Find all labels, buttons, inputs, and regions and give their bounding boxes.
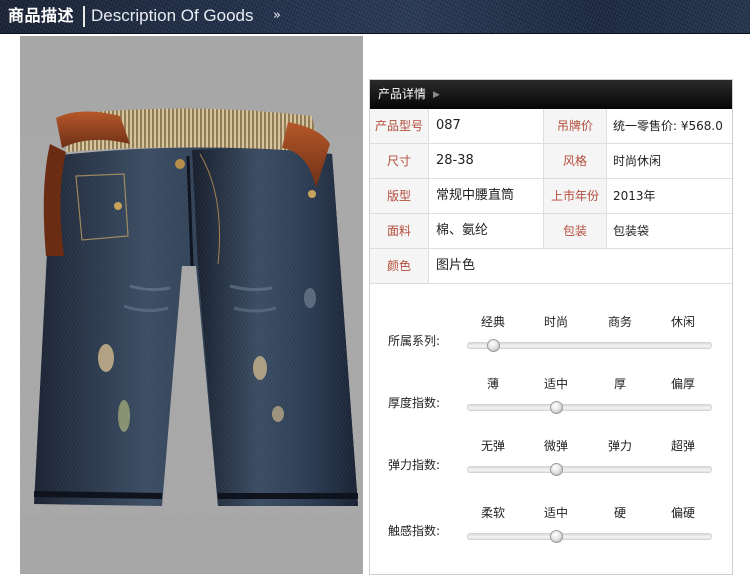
attribute-option: 微弹	[543, 439, 568, 453]
attribute-slider-track	[467, 404, 712, 411]
attribute-option: 弹力	[607, 439, 632, 453]
product-photo	[20, 36, 363, 574]
double-chevron-down-icon: »	[273, 8, 281, 23]
detail-label: 版型	[370, 179, 429, 213]
detail-value: 28-38	[436, 153, 474, 168]
attribute-label: 厚度指数:	[388, 396, 441, 410]
attribute-slider-track	[467, 466, 712, 473]
detail-value: 图片色	[436, 258, 476, 273]
attribute-option: 柔软	[480, 506, 505, 520]
detail-label: 风格	[543, 144, 607, 178]
detail-label: 尺寸	[370, 144, 429, 178]
attribute-option: 适中	[543, 506, 568, 520]
attribute-slider-thumb	[487, 339, 500, 352]
attribute-slider-track	[467, 342, 712, 349]
detail-row-fabric: 面料 棉、氨纶 包装 包装袋	[370, 214, 732, 249]
detail-row-fit: 版型 常规中腰直筒 上市年份 2013年	[370, 179, 732, 214]
detail-label: 颜色	[370, 249, 429, 283]
attribute-slider-thumb	[550, 401, 563, 414]
detail-label: 上市年份	[543, 179, 607, 213]
detail-value: 棉、氨纶	[436, 223, 489, 238]
attribute-option: 经典	[480, 315, 505, 329]
attribute-option: 休闲	[670, 315, 695, 329]
attribute-option: 偏厚	[670, 377, 695, 391]
detail-value: 2013年	[613, 189, 656, 203]
attribute-label: 弹力指数:	[388, 458, 441, 472]
title-divider	[83, 6, 85, 27]
section-subtitle: Description Of Goods	[91, 6, 254, 25]
detail-label: 包装	[543, 214, 607, 248]
detail-row-size: 尺寸 28-38 风格 时尚休闲	[370, 144, 732, 179]
attribute-option: 时尚	[543, 315, 568, 329]
attribute-option: 商务	[607, 315, 632, 329]
denim-shorts-illustration	[20, 108, 363, 516]
attribute-option: 无弹	[480, 439, 505, 453]
detail-value: 包装袋	[613, 224, 650, 238]
attribute-label: 所属系列:	[388, 334, 441, 348]
attribute-option: 厚	[613, 377, 626, 391]
detail-value: 统一零售价: ¥568.0	[613, 119, 723, 133]
detail-label: 面料	[370, 214, 429, 248]
detail-value: 时尚休闲	[613, 154, 662, 168]
attribute-option: 适中	[543, 377, 568, 391]
attribute-slider-thumb	[550, 530, 563, 543]
attribute-slider-track	[467, 533, 712, 540]
attribute-option: 偏硬	[670, 506, 695, 520]
detail-label: 吊牌价	[543, 109, 607, 143]
details-header: 产品详情 ▶	[370, 80, 732, 109]
attribute-slider-thumb	[550, 463, 563, 476]
attribute-option: 硬	[613, 506, 626, 520]
attribute-label: 触感指数:	[388, 524, 441, 538]
detail-row-color: 颜色 图片色	[370, 249, 732, 284]
detail-value: 常规中腰直筒	[436, 188, 515, 203]
product-details-panel: 产品详情 ▶ 产品型号 087 吊牌价 统一零售价: ¥568.0 尺寸 28-…	[369, 79, 733, 575]
attribute-option: 薄	[486, 377, 499, 391]
header-banner: 商品描述 Description Of Goods »	[0, 0, 750, 34]
details-title: 产品详情	[378, 87, 427, 101]
detail-label: 产品型号	[370, 109, 429, 143]
attribute-option: 超弹	[670, 439, 695, 453]
triangle-right-icon: ▶	[433, 90, 440, 100]
detail-value: 087	[436, 118, 461, 133]
section-title: 商品描述	[8, 6, 75, 25]
detail-row-model: 产品型号 087 吊牌价 统一零售价: ¥568.0	[370, 109, 732, 144]
